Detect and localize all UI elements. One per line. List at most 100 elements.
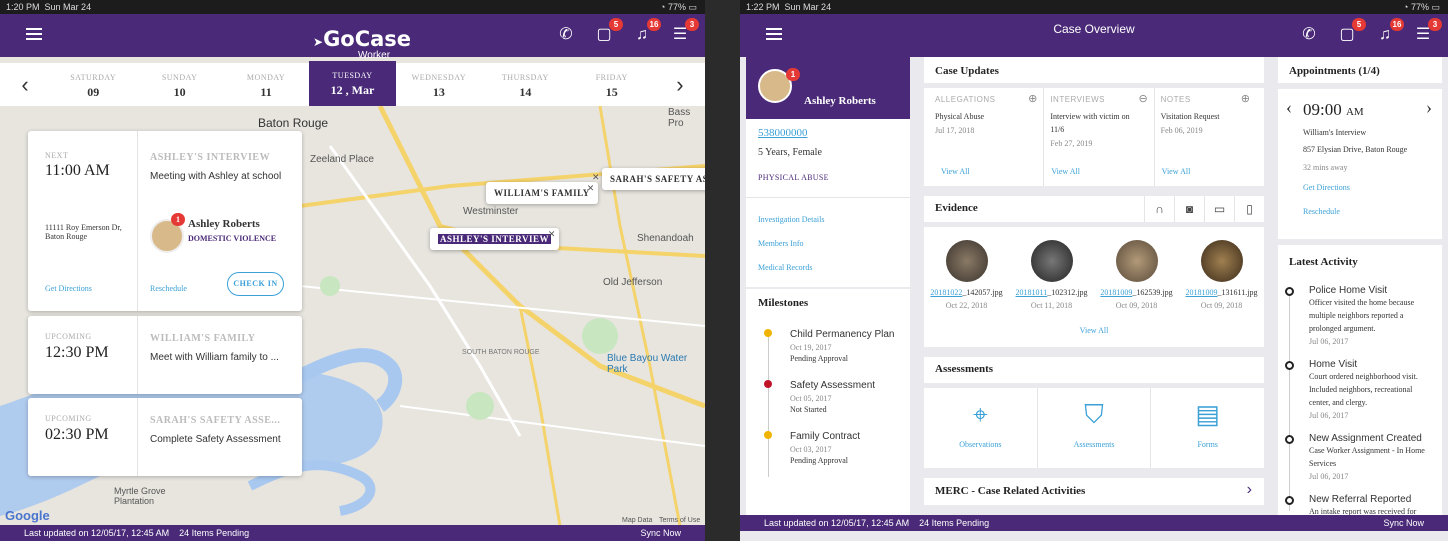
merc-row[interactable]: MERC - Case Related Activities › [924,478,1264,505]
observations-tile[interactable]: ⌖ Observations [924,388,1038,468]
status-time: 1:20 PM [6,2,40,12]
case-updates-header: Case Updates [924,57,1264,83]
investigation-details-link[interactable]: Investigation Details [758,215,824,224]
card-title: SARAH'S SAFETY ASSE... [150,415,281,426]
chat-icon[interactable]: ▢ 5 [1336,18,1366,46]
evidence-item[interactable]: 20181011_102312.jpg Oct 11, 2018 [1009,240,1094,310]
appointment-address: 857 Elysian Drive, Baton Rouge [1303,145,1408,154]
map-label-old-jefferson: Old Jefferson [603,277,663,288]
map-view[interactable]: Baton Rouge Zeeland Place Westminster Sh… [0,106,705,526]
day-saturday[interactable]: SATURDAY 09 [50,63,136,106]
day-friday[interactable]: FRIDAY 15 [569,63,655,106]
evidence-file-link[interactable]: 20181009 [1186,288,1218,297]
camera-icon[interactable]: ◙ [1174,196,1204,222]
medical-records-link[interactable]: Medical Records [758,263,812,272]
reschedule-link[interactable]: Reschedule [1303,207,1340,216]
evidence-item[interactable]: 20181009_162539.jpg Oct 09, 2018 [1094,240,1179,310]
case-id-link[interactable]: 538000000 [758,127,808,139]
milestone-item[interactable]: Child Permanency Plan Oct 19, 2017 Pendi… [764,329,904,363]
day-tuesday-selected[interactable]: TUESDAY 12 , Mar [309,61,396,106]
video-icon[interactable]: ▭ [1204,196,1234,222]
reschedule-link[interactable]: Reschedule [150,284,187,293]
next-week-icon[interactable]: › [655,63,705,106]
travel-time: 32 mins away [1303,163,1348,172]
items-pending: 24 Items Pending [179,528,250,538]
headphones-icon[interactable]: ∩ [1144,196,1174,222]
milestone-item[interactable]: Safety Assessment Oct 05, 2017 Not Start… [764,380,904,414]
day-sunday[interactable]: SUNDAY 10 [136,63,222,106]
add-icon[interactable]: ⊕ [1241,92,1250,105]
terms-link[interactable]: Terms of Use [659,517,700,524]
phone-icon[interactable]: ✆ [1298,24,1320,46]
next-appointment-icon[interactable]: › [1426,97,1432,118]
chat-icon[interactable]: ▢ 5 [593,18,623,46]
day-thursday[interactable]: THURSDAY 14 [482,63,568,106]
activity-item[interactable]: Police Home Visit Officer visited the ho… [1285,285,1435,346]
map-popup-ashley[interactable]: ASHLEY'S INTERVIEW ✕ [430,228,559,250]
menu-icon[interactable] [26,28,42,40]
collapse-icon[interactable]: ⊖ [1138,92,1147,105]
prev-week-icon[interactable]: ‹ [0,63,50,106]
logo-subtitle: Worker [358,50,391,61]
appointment-card-sarah[interactable]: UPCOMING 02:30 PM SARAH'S SAFETY ASSE...… [28,398,302,476]
list-icon[interactable]: ☰ 3 [1412,18,1442,46]
sync-bar: Last updated on 12/05/17, 12:45 AM 24 It… [740,515,1448,531]
list-icon[interactable]: ☰ 3 [669,18,699,46]
map-popup-william[interactable]: WILLIAM'S FAMILY ✕ [486,182,598,204]
sync-now-button[interactable]: Sync Now [640,525,681,541]
members-info-link[interactable]: Members Info [758,239,804,248]
day-wednesday[interactable]: WEDNESDAY 13 [396,63,482,106]
close-icon[interactable]: ✕ [548,229,556,240]
profile-name: Ashley Roberts [804,95,876,107]
activity-date: Jul 06, 2017 [1309,337,1349,346]
tile-label: Assessments [1073,440,1115,449]
chat-badge: 5 [609,18,623,31]
view-all-link[interactable]: View All [1051,167,1080,176]
get-directions-link[interactable]: Get Directions [1303,183,1350,192]
bell-badge: 16 [1390,18,1404,31]
close-icon[interactable]: ✕ [592,172,600,183]
popup-label: SARAH'S SAFETY AS [610,174,705,184]
activity-item[interactable]: New Assignment Created Case Worker Assig… [1285,433,1435,481]
divider [746,287,910,289]
check-in-button[interactable]: CHECK IN [227,272,284,296]
prev-appointment-icon[interactable]: ‹ [1286,97,1292,118]
milestone-item[interactable]: Family Contract Oct 03, 2017 Pending App… [764,431,904,465]
map-label-zeeland: Zeeland Place [310,154,374,165]
profile-header: 1 Ashley Roberts [746,57,910,119]
view-all-link[interactable]: View All [924,326,1264,335]
date-selector: ‹ SATURDAY 09 SUNDAY 10 MONDAY 11 TUESDAY 12… [0,61,705,106]
evidence-date: Oct 09, 2018 [1115,301,1158,310]
view-all-link[interactable]: View All [1162,167,1191,176]
bell-icon[interactable]: ♫ 16 [631,18,661,46]
appointment-card-william[interactable]: UPCOMING 12:30 PM WILLIAM'S FAMILY Meet … [28,316,302,394]
activity-item[interactable]: Home Visit Court ordered neighborhood vi… [1285,359,1435,420]
add-icon[interactable]: ⊕ [1028,92,1037,105]
evidence-item[interactable]: 20181009_131611.jpg Oct 09, 2018 [1179,240,1264,310]
milestone-name: Child Permanency Plan [790,329,895,340]
assessments-tile[interactable]: ⛉ Assessments [1038,388,1152,468]
phone-icon[interactable]: ✆ [555,24,577,46]
evidence-file-link[interactable]: 20181009 [1100,288,1132,297]
chat-badge: 5 [1352,18,1366,31]
day-number: 10 [173,85,186,99]
assessments-header: Assessments [924,357,1264,383]
evidence-file-link[interactable]: 20181022 [930,288,962,297]
appointment-card-next[interactable]: NEXT 11:00 AM 11111 Roy Emerson Dr, Baton… [28,131,302,311]
day-number: 11 [260,85,272,99]
day-monday[interactable]: MONDAY 11 [223,63,309,106]
forms-tile[interactable]: ▤ Forms [1151,388,1264,468]
evidence-file-link[interactable]: 20181011 [1016,288,1048,297]
get-directions-link[interactable]: Get Directions [45,284,92,293]
view-all-link[interactable]: View All [941,167,970,176]
sync-now-button[interactable]: Sync Now [1383,515,1424,531]
document-icon[interactable]: ▯ [1234,196,1264,222]
battery-level: 77% [667,2,686,12]
map-popup-sarah[interactable]: SARAH'S SAFETY AS ✕ [592,168,705,190]
close-icon[interactable]: ✕ [587,183,595,194]
status-dot-icon [764,329,772,337]
update-text: Physical Abuse [935,112,985,121]
evidence-item[interactable]: 20181022_142057.jpg Oct 22, 2018 [924,240,1009,310]
bell-icon[interactable]: ♫ 16 [1374,18,1404,46]
map-data-link[interactable]: Map Data [622,517,652,524]
